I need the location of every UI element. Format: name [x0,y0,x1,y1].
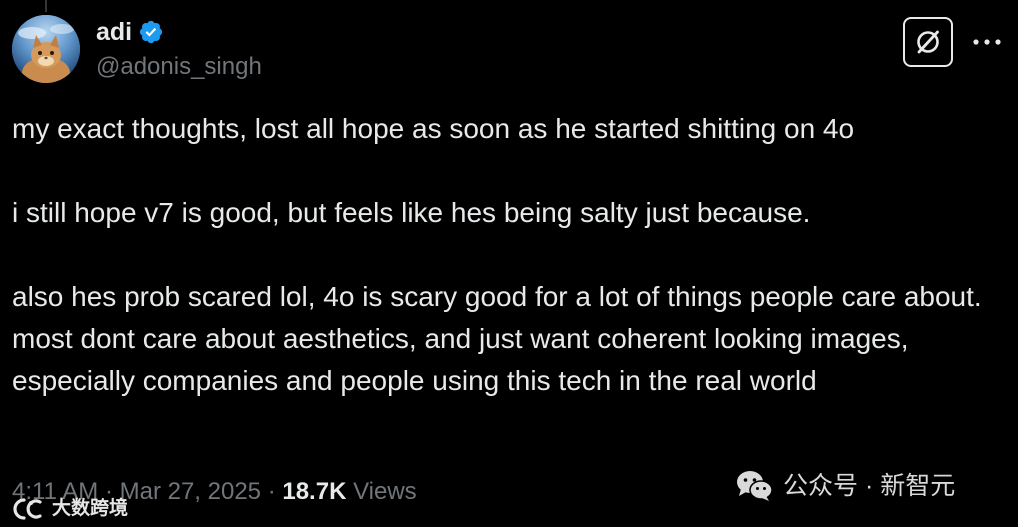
wechat-watermark: 公众号 · 新智元 [735,466,955,506]
views-count: 18.7K [282,478,347,505]
verified-badge-icon [140,20,163,44]
tweet-paragraph: i still hope v7 is good, but feels like … [12,197,811,228]
bigdata-logo-icon [13,498,42,520]
meta-separator: · [261,478,283,505]
more-options-button[interactable] [970,27,1004,57]
views-label: Views [353,478,417,505]
author-handle[interactable]: @adonis_singh [96,50,262,84]
bigdata-watermark-text: 大数跨境 [52,498,129,519]
avatar[interactable] [12,15,80,83]
wechat-icon [737,471,773,501]
thread-connector-line [45,0,47,12]
more-horizontal-icon [973,39,1001,45]
grok-icon [917,30,939,54]
author-display-name[interactable]: adi [96,16,132,48]
tweet-text: my exact thoughts, lost all hope as soon… [12,108,1002,402]
name-row: adi [96,16,262,48]
wechat-watermark-text: 公众号 · 新智元 [783,472,956,500]
bigdata-watermark: 大数跨境 [10,495,128,523]
tweet-date[interactable]: Mar 27, 2025 [120,478,261,505]
tweet-header: adi @adonis_singh [96,16,262,84]
grok-button[interactable] [903,17,953,67]
tweet-paragraph: my exact thoughts, lost all hope as soon… [12,113,855,144]
avatar-cat-image [12,15,80,83]
tweet-paragraph: also hes prob scared lol, 4o is scary go… [12,281,982,396]
